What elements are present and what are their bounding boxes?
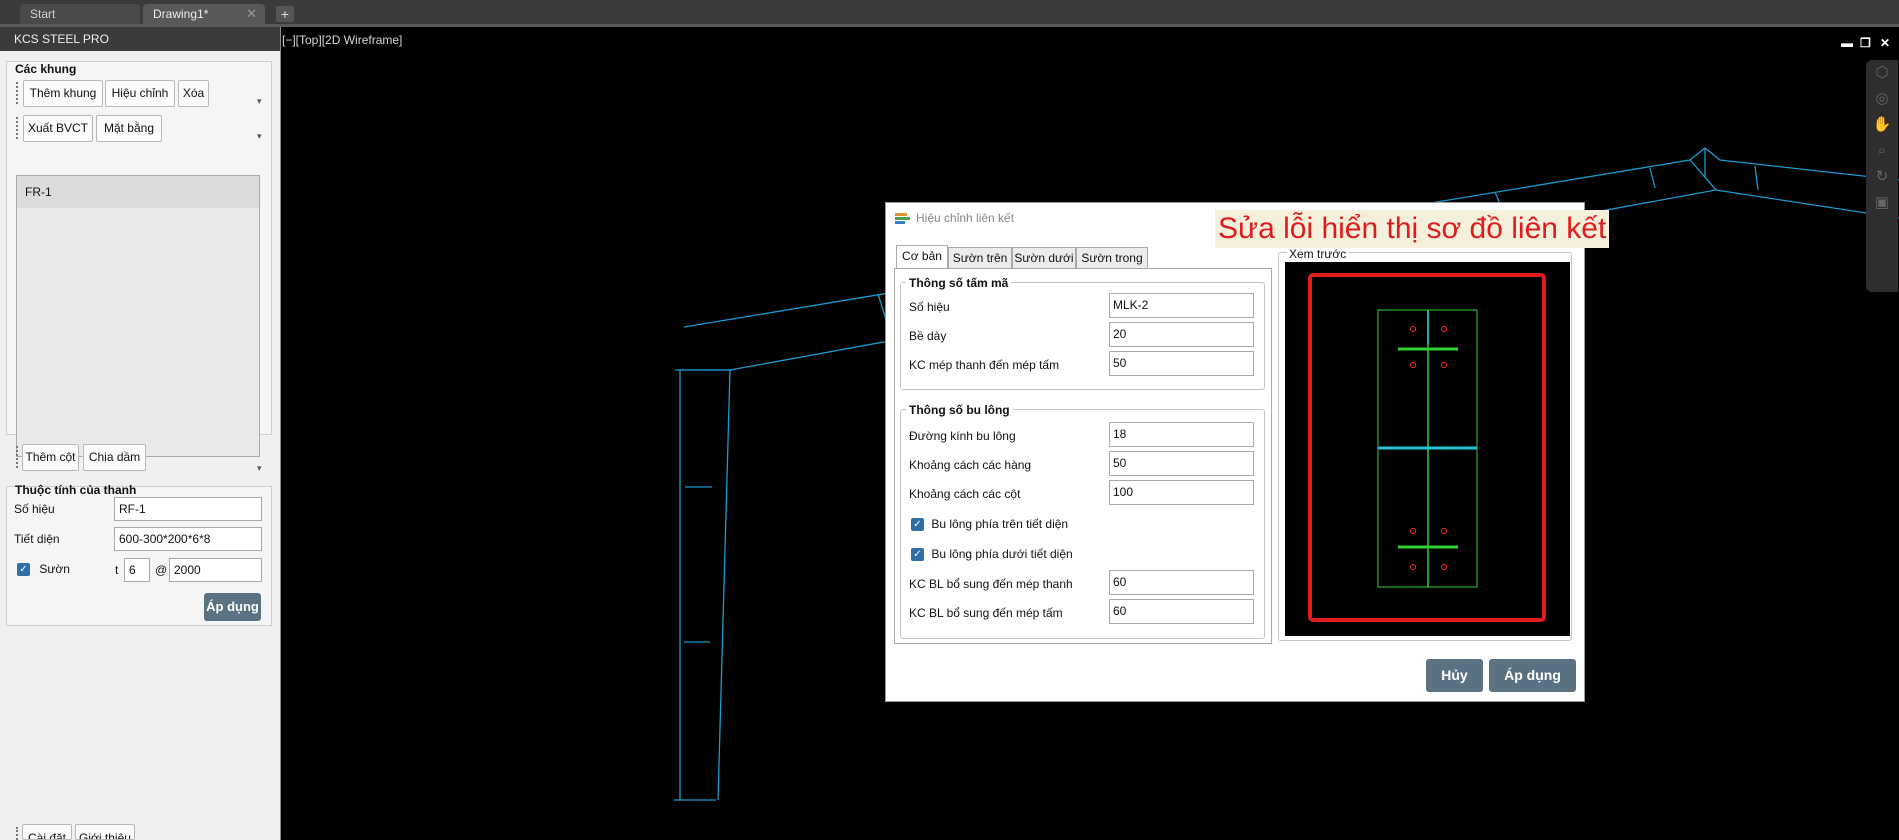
plan-button[interactable]: Mặt bằng [96,115,162,142]
extra-bolt-plate-edge-label: KC BL bổ sung đến mép tấm [909,606,1063,620]
split-beam-button[interactable]: Chia dầm [83,444,146,471]
plate-id-label: Số hiệu [909,300,950,314]
tab-bottom-stiffener[interactable]: Sườn dưới [1012,247,1076,269]
spacing-input[interactable]: 2000 [169,558,262,582]
bolt-params-legend: Thông số bu lông [906,403,1013,417]
viewcube-icon[interactable]: ⬡ [1866,60,1898,86]
thickness-input[interactable]: 6 [124,558,150,582]
preview-label: Xem trước [1287,247,1349,261]
bolt-hole [1441,362,1447,368]
spacing-at-label: @ [155,563,168,577]
checkbox-checked-icon[interactable]: ✓ [17,563,30,577]
tab-top-stiffener[interactable]: Sườn trên [948,247,1012,269]
member-id-label: Số hiệu [14,502,55,516]
edge-distance-label: KC mép thanh đến mép tấm [909,358,1060,372]
stiffener-label: Sườn [39,562,70,576]
preview-group: Xem trước [1278,247,1572,641]
edge-distance-input[interactable]: 50 [1109,351,1254,376]
about-button[interactable]: Giới thiệu [75,824,135,840]
frame-rafter-joint [1754,165,1759,191]
edit-connection-dialog: Hiệu chỉnh liên kết Cơ bản Sườn trên Sườ… [885,202,1585,702]
bolt-hole [1410,564,1416,570]
bolt-diameter-input[interactable]: 18 [1109,422,1254,447]
zoom-icon[interactable]: ⌕ [1866,138,1898,164]
section-input[interactable]: 600-300*200*6*8 [114,527,262,551]
bolt-top-checkbox[interactable]: ✓ Bu lông phía trên tiết diện [911,517,1069,532]
plate-id-input[interactable]: MLK-2 [1109,293,1254,318]
bolt-hole [1441,326,1447,332]
member-properties-label: Thuộc tính của thanh [15,483,137,497]
bolt-hole [1441,564,1447,570]
add-frame-button[interactable]: Thêm khung [23,80,103,107]
member-id-input[interactable]: RF-1 [114,497,262,521]
cancel-button[interactable]: Hủy [1426,659,1483,692]
toolbar-grip-icon[interactable] [16,117,21,139]
list-item[interactable]: FR-1 [17,176,259,208]
showmotion-icon[interactable]: ▣ [1866,190,1898,216]
frame-left-column [679,369,731,801]
close-icon[interactable]: ✕ [1880,36,1890,50]
minimize-icon[interactable]: ▬ [1841,36,1853,50]
palette-title: KCS STEEL PRO [0,27,280,51]
stiffener-checkbox-row[interactable]: ✓ Sườn [17,562,70,577]
extra-bolt-member-edge-input[interactable]: 60 [1109,570,1254,595]
toolbar-overflow-icon[interactable]: ▾ [257,96,262,107]
extra-bolt-plate-edge-input[interactable]: 60 [1109,599,1254,624]
column-spacing-input[interactable]: 100 [1109,480,1254,505]
frames-group-label: Các khung [15,62,77,76]
tab-basic[interactable]: Cơ bản [896,245,948,269]
add-column-button[interactable]: Thêm cột [22,444,79,471]
plate-thickness-input[interactable]: 20 [1109,322,1254,347]
restore-icon[interactable]: ❐ [1860,36,1871,50]
toolbar-overflow-icon[interactable]: ▾ [257,463,262,474]
edit-frame-button[interactable]: Hiệu chỉnh [105,80,175,107]
row-spacing-label: Khoảng cách các hàng [909,458,1032,472]
bolt-diameter-label: Đường kính bu lông [909,429,1016,443]
apply-button[interactable]: Áp dụng [1489,659,1576,692]
row-spacing-input[interactable]: 50 [1109,451,1254,476]
thickness-label: t [115,563,119,577]
toolbar-grip-icon[interactable] [16,82,21,104]
steering-wheel-icon[interactable]: ◎ [1866,86,1898,112]
pan-icon[interactable]: ✋ [1866,112,1898,138]
bolt-hole [1410,326,1416,332]
delete-frame-button[interactable]: Xóa [178,80,209,107]
frame-rafter-joint [1649,167,1656,189]
column-spacing-label: Khoảng cách các cột [909,487,1021,501]
orbit-icon[interactable]: ↻ [1866,164,1898,190]
plate-thickness-label: Bề dày [909,329,947,343]
kcs-steel-pro-palette: KCS STEEL PRO Các khung Thêm khung Hiệu … [0,27,281,840]
app-icon [895,213,910,224]
connection-preview [1285,262,1570,636]
bolt-bottom-checkbox[interactable]: ✓ Bu lông phía dưới tiết diện [911,547,1073,562]
checkbox-checked-icon[interactable]: ✓ [911,548,924,562]
bolt-hole [1410,528,1416,534]
apply-member-button[interactable]: Áp dụng [204,593,261,621]
section-label: Tiết diện [14,532,60,546]
frame-list[interactable]: FR-1 [16,175,260,457]
settings-button[interactable]: Cài đặt [22,824,72,840]
bolt-hole [1441,528,1447,534]
export-bvct-button[interactable]: Xuất BVCT [23,115,93,142]
annotation-banner: Sửa lỗi hiển thị sơ đồ liên kết [1215,210,1610,248]
toolbar-grip-icon[interactable] [16,827,21,840]
toolbar-overflow-icon[interactable]: ▾ [257,131,262,142]
plate-params-legend: Thông số tấm mã [906,276,1012,290]
navigation-bar: ⬡ ◎ ✋ ⌕ ↻ ▣ [1866,60,1898,292]
viewport-label[interactable]: [−][Top][2D Wireframe] [282,33,402,47]
bolt-bottom-label: Bu lông phía dưới tiết diện [931,547,1073,561]
toolbar-grip-icon[interactable] [16,446,21,468]
extra-bolt-member-edge-label: KC BL bổ sung đến mép thanh [909,577,1073,591]
bolt-top-label: Bu lông phía trên tiết diện [931,517,1069,531]
dialog-title: Hiệu chỉnh liên kết [916,211,1015,225]
tab-inner-stiffener[interactable]: Sườn trong [1076,247,1148,269]
bolt-hole [1410,362,1416,368]
checkbox-checked-icon[interactable]: ✓ [911,518,924,532]
